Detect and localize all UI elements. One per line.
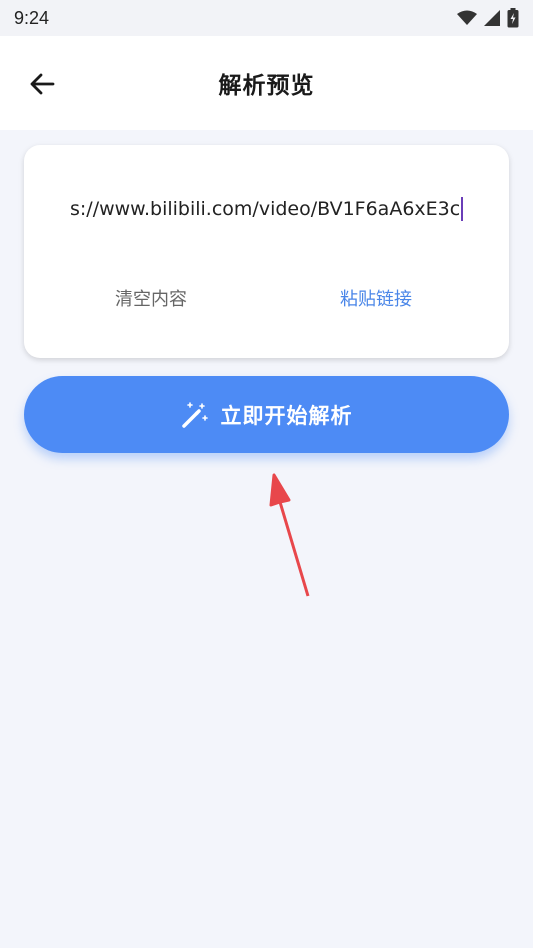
url-input[interactable]: s://www.bilibili.com/video/BV1F6aA6xE3c <box>70 189 490 229</box>
wifi-icon <box>457 10 477 25</box>
signal-icon <box>484 10 500 26</box>
back-button[interactable] <box>22 66 62 102</box>
paste-link-button[interactable]: 粘贴链接 <box>340 283 412 313</box>
status-time: 9:24 <box>14 7 50 28</box>
page-title: 解析预览 <box>218 73 315 99</box>
input-card: s://www.bilibili.com/video/BV1F6aA6xE3c … <box>24 145 509 358</box>
battery-charging-icon <box>507 8 519 28</box>
annotation-arrow-icon <box>269 473 310 597</box>
clear-content-button[interactable]: 清空内容 <box>115 283 187 313</box>
start-parse-button[interactable]: 立即开始解析 <box>24 376 509 453</box>
text-cursor <box>461 197 464 221</box>
status-icons <box>457 8 519 28</box>
url-input-value: s://www.bilibili.com/video/BV1F6aA6xE3c <box>70 198 461 220</box>
arrow-left-icon <box>30 73 55 95</box>
start-parse-label: 立即开始解析 <box>220 403 353 428</box>
status-bar: 9:24 <box>0 0 533 36</box>
top-bar: 解析预览 <box>0 36 533 130</box>
magic-wand-icon <box>181 401 208 428</box>
